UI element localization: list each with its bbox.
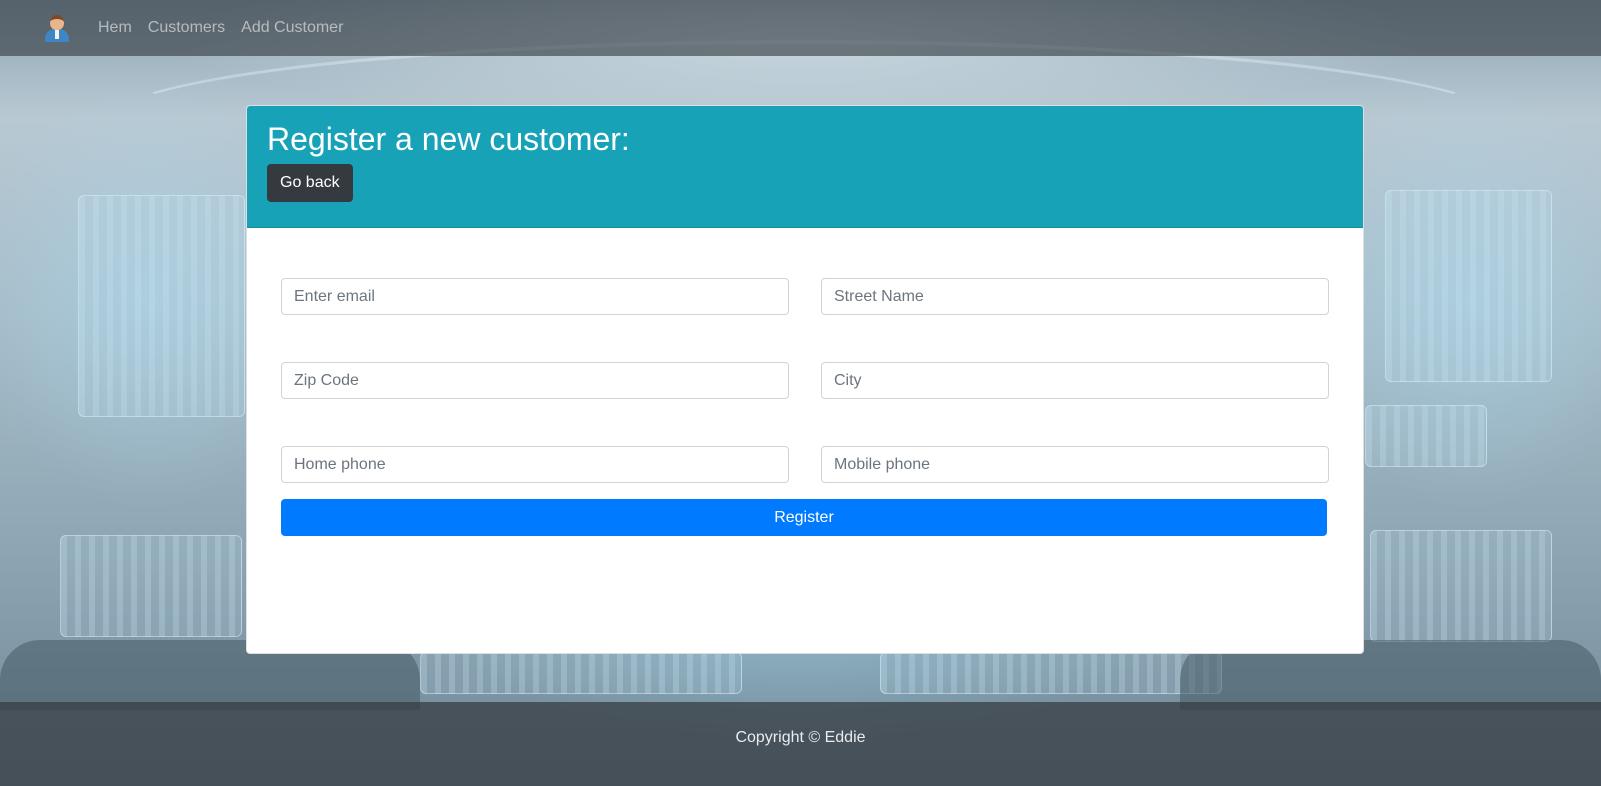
mobile-phone-field[interactable]	[821, 446, 1329, 483]
card-header: Register a new customer: Go back	[247, 106, 1363, 228]
street-name-field[interactable]	[821, 278, 1329, 315]
copyright-text: Copyright © Eddie	[735, 729, 866, 746]
nav-link-customers[interactable]: Customers	[148, 19, 225, 37]
home-phone-field[interactable]	[281, 446, 789, 483]
top-navbar: Hem Customers Add Customer	[0, 0, 1601, 56]
register-button[interactable]: Register	[281, 499, 1327, 536]
page-title: Register a new customer:	[267, 121, 630, 157]
go-back-button[interactable]: Go back	[267, 164, 353, 203]
form-row	[281, 446, 1329, 483]
form-row	[281, 362, 1329, 399]
nav-link-add-customer[interactable]: Add Customer	[241, 19, 343, 37]
nav-link-hem[interactable]: Hem	[98, 19, 132, 37]
city-field[interactable]	[821, 362, 1329, 399]
page: Hem Customers Add Customer Register a ne…	[0, 0, 1601, 786]
footer: Copyright © Eddie	[0, 702, 1601, 786]
user-avatar-icon[interactable]	[43, 14, 71, 42]
register-card: Register a new customer: Go back Registe…	[246, 105, 1364, 654]
email-field[interactable]	[281, 278, 789, 315]
zip-code-field[interactable]	[281, 362, 789, 399]
form-row	[281, 278, 1329, 315]
register-form: Register	[247, 278, 1363, 536]
